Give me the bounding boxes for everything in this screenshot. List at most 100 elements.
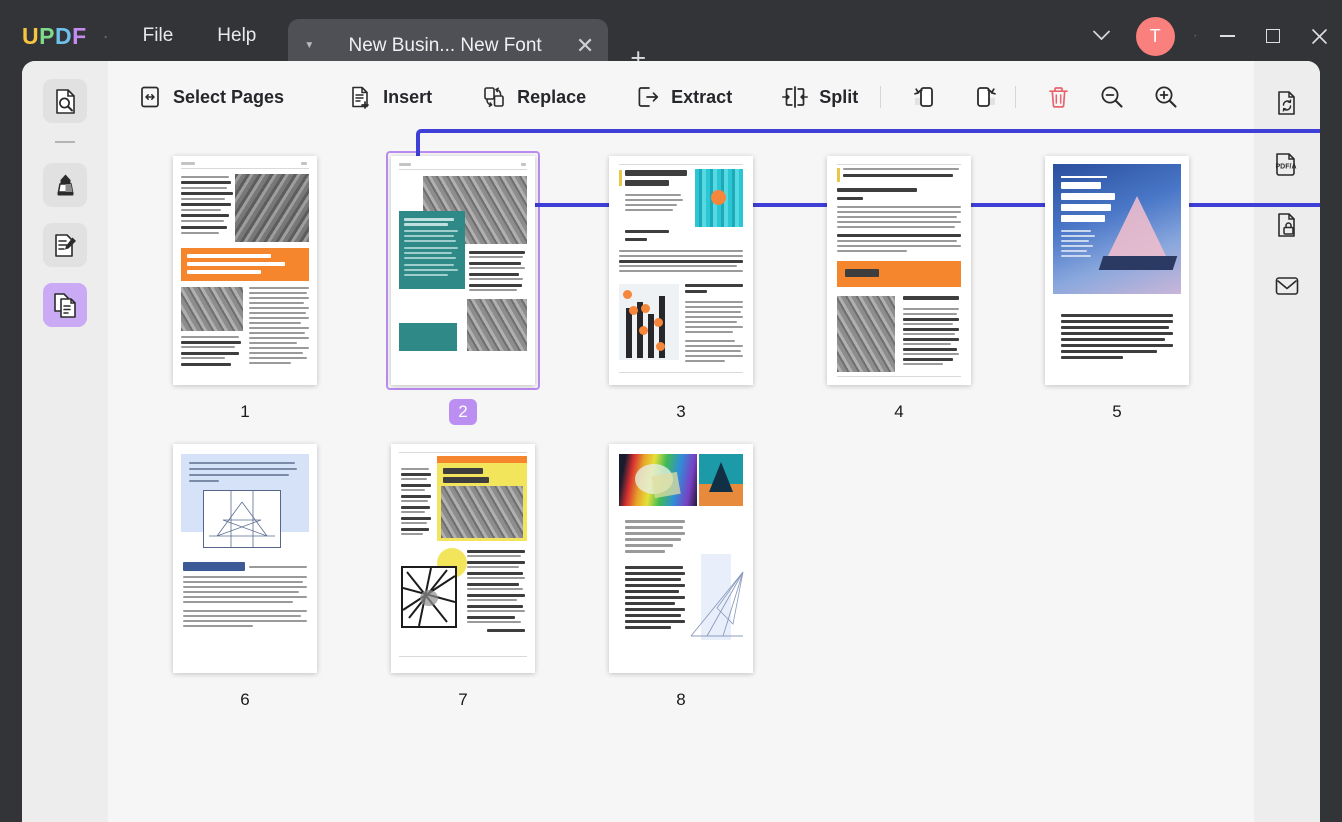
- zoom-in-icon: [1153, 84, 1179, 110]
- split-button[interactable]: Split: [768, 76, 872, 118]
- page-thumbnail-8[interactable]: [609, 444, 753, 673]
- main-pane: Select Pages Insert: [108, 61, 1254, 822]
- pages-grid: 1: [108, 133, 1254, 822]
- page-thumbnail-1[interactable]: [173, 156, 317, 385]
- extract-page-icon: [636, 85, 660, 109]
- page-thumbnail-3[interactable]: [609, 156, 753, 385]
- pages-row-1: 1: [136, 151, 1254, 439]
- maximize-icon: [1266, 29, 1280, 43]
- sidebar-item-edit-pdf[interactable]: [43, 223, 87, 267]
- document-tab-title: New Busin... New Font: [328, 35, 562, 57]
- page-thumb-wrap-6[interactable]: [168, 439, 322, 678]
- zoom-out-icon: [1099, 84, 1125, 110]
- menu-help[interactable]: Help: [199, 19, 274, 53]
- pdf-a-button[interactable]: PDF/A: [1267, 144, 1307, 184]
- page-toolbar: Select Pages Insert: [108, 61, 1254, 133]
- avatar[interactable]: T: [1136, 17, 1175, 56]
- pdf-a-icon: PDF/A: [1272, 150, 1302, 178]
- window-controls-divider: ·: [1193, 27, 1198, 45]
- replace-label: Replace: [517, 87, 586, 108]
- titlebar-divider: ·: [103, 26, 109, 47]
- document-lock-icon: [1273, 211, 1301, 239]
- chevron-down-icon[interactable]: [1079, 20, 1124, 52]
- rotate-left-icon: [910, 84, 940, 110]
- sidebar-item-highlighter[interactable]: [43, 163, 87, 207]
- page-thumb-wrap-5[interactable]: [1040, 151, 1194, 390]
- delete-pages-button[interactable]: [1036, 75, 1080, 119]
- page-number-2: 2: [449, 399, 477, 425]
- abstract-lines: [403, 568, 455, 626]
- trash-icon: [1046, 85, 1071, 110]
- logo-letter-p: P: [39, 23, 55, 50]
- protect-pdf-button[interactable]: [1267, 205, 1307, 245]
- sidebar-item-search-document[interactable]: [43, 79, 87, 123]
- chevron-down-icon[interactable]: ▼: [304, 40, 314, 51]
- page-thumbnail-6[interactable]: [173, 444, 317, 673]
- marker-pen-icon: [52, 172, 79, 199]
- minimize-icon: [1220, 35, 1235, 37]
- page-number-7: 7: [458, 687, 467, 713]
- zoom-out-button[interactable]: [1090, 75, 1134, 119]
- document-edit-icon: [52, 232, 79, 259]
- page-cell-2[interactable]: 2: [354, 151, 572, 425]
- page-cell-5[interactable]: 5: [1008, 151, 1226, 425]
- select-pages-label: Select Pages: [173, 87, 284, 108]
- sidebar-item-organize-pages[interactable]: [43, 283, 87, 327]
- page-thumb-wrap-1[interactable]: [168, 151, 322, 390]
- page-thumb-wrap-7[interactable]: [386, 439, 540, 678]
- rotate-right-button[interactable]: [963, 75, 1007, 119]
- sidebar-divider: [55, 141, 75, 143]
- toolbar-divider: [880, 86, 881, 108]
- document-convert-icon: [1273, 89, 1301, 117]
- convert-pdf-button[interactable]: [1267, 83, 1307, 123]
- right-sidebar: PDF/A: [1254, 61, 1320, 822]
- svg-text:PDF/A: PDF/A: [1276, 164, 1297, 171]
- pages-row-2: 6: [136, 439, 1254, 727]
- page-cell-8[interactable]: 8: [572, 439, 790, 713]
- close-icon: [1311, 28, 1328, 45]
- insert-label: Insert: [383, 87, 432, 108]
- page-cell-3[interactable]: 3: [572, 151, 790, 425]
- split-page-icon: [782, 85, 808, 109]
- logo-letter-f: F: [72, 23, 87, 50]
- minimize-button[interactable]: [1204, 13, 1250, 59]
- insert-page-icon: [348, 85, 372, 109]
- logo-letter-d: D: [55, 23, 72, 50]
- page-cell-1[interactable]: 1: [136, 151, 354, 425]
- rotate-right-icon: [970, 84, 1000, 110]
- select-pages-button[interactable]: Select Pages: [124, 76, 298, 118]
- page-thumb-wrap-2[interactable]: [386, 151, 540, 390]
- page-cell-7[interactable]: 7: [354, 439, 572, 713]
- menu-file[interactable]: File: [125, 19, 192, 53]
- page-thumbnail-4[interactable]: [827, 156, 971, 385]
- page-cell-4[interactable]: 4: [790, 151, 1008, 425]
- page-thumbnail-2[interactable]: [391, 156, 535, 385]
- extract-button[interactable]: Extract: [622, 76, 746, 118]
- extract-label: Extract: [671, 87, 732, 108]
- page-thumb-wrap-4[interactable]: [822, 151, 976, 390]
- logo-letter-u: U: [22, 23, 39, 50]
- document-search-icon: [52, 88, 79, 115]
- replace-page-icon: [482, 85, 506, 109]
- close-window-button[interactable]: [1296, 13, 1342, 59]
- page-select-icon: [138, 85, 162, 109]
- left-sidebar: [22, 61, 108, 822]
- zoom-in-button[interactable]: [1144, 75, 1188, 119]
- page-thumbnail-7[interactable]: [391, 444, 535, 673]
- share-email-button[interactable]: [1267, 266, 1307, 306]
- page-thumb-wrap-8[interactable]: [604, 439, 758, 678]
- updf-logo: U P D F: [22, 23, 87, 50]
- page-thumb-wrap-3[interactable]: [604, 151, 758, 390]
- replace-button[interactable]: Replace: [468, 76, 600, 118]
- close-icon[interactable]: ✕: [576, 35, 594, 57]
- insert-button[interactable]: Insert: [334, 76, 446, 118]
- page-number-3: 3: [676, 399, 685, 425]
- geometry-diagram: [203, 490, 281, 548]
- app-body: Select Pages Insert: [22, 61, 1320, 822]
- page-number-6: 6: [240, 687, 249, 713]
- page-number-5: 5: [1112, 399, 1121, 425]
- page-cell-6[interactable]: 6: [136, 439, 354, 713]
- rotate-left-button[interactable]: [903, 75, 947, 119]
- maximize-button[interactable]: [1250, 13, 1296, 59]
- page-thumbnail-5[interactable]: [1045, 156, 1189, 385]
